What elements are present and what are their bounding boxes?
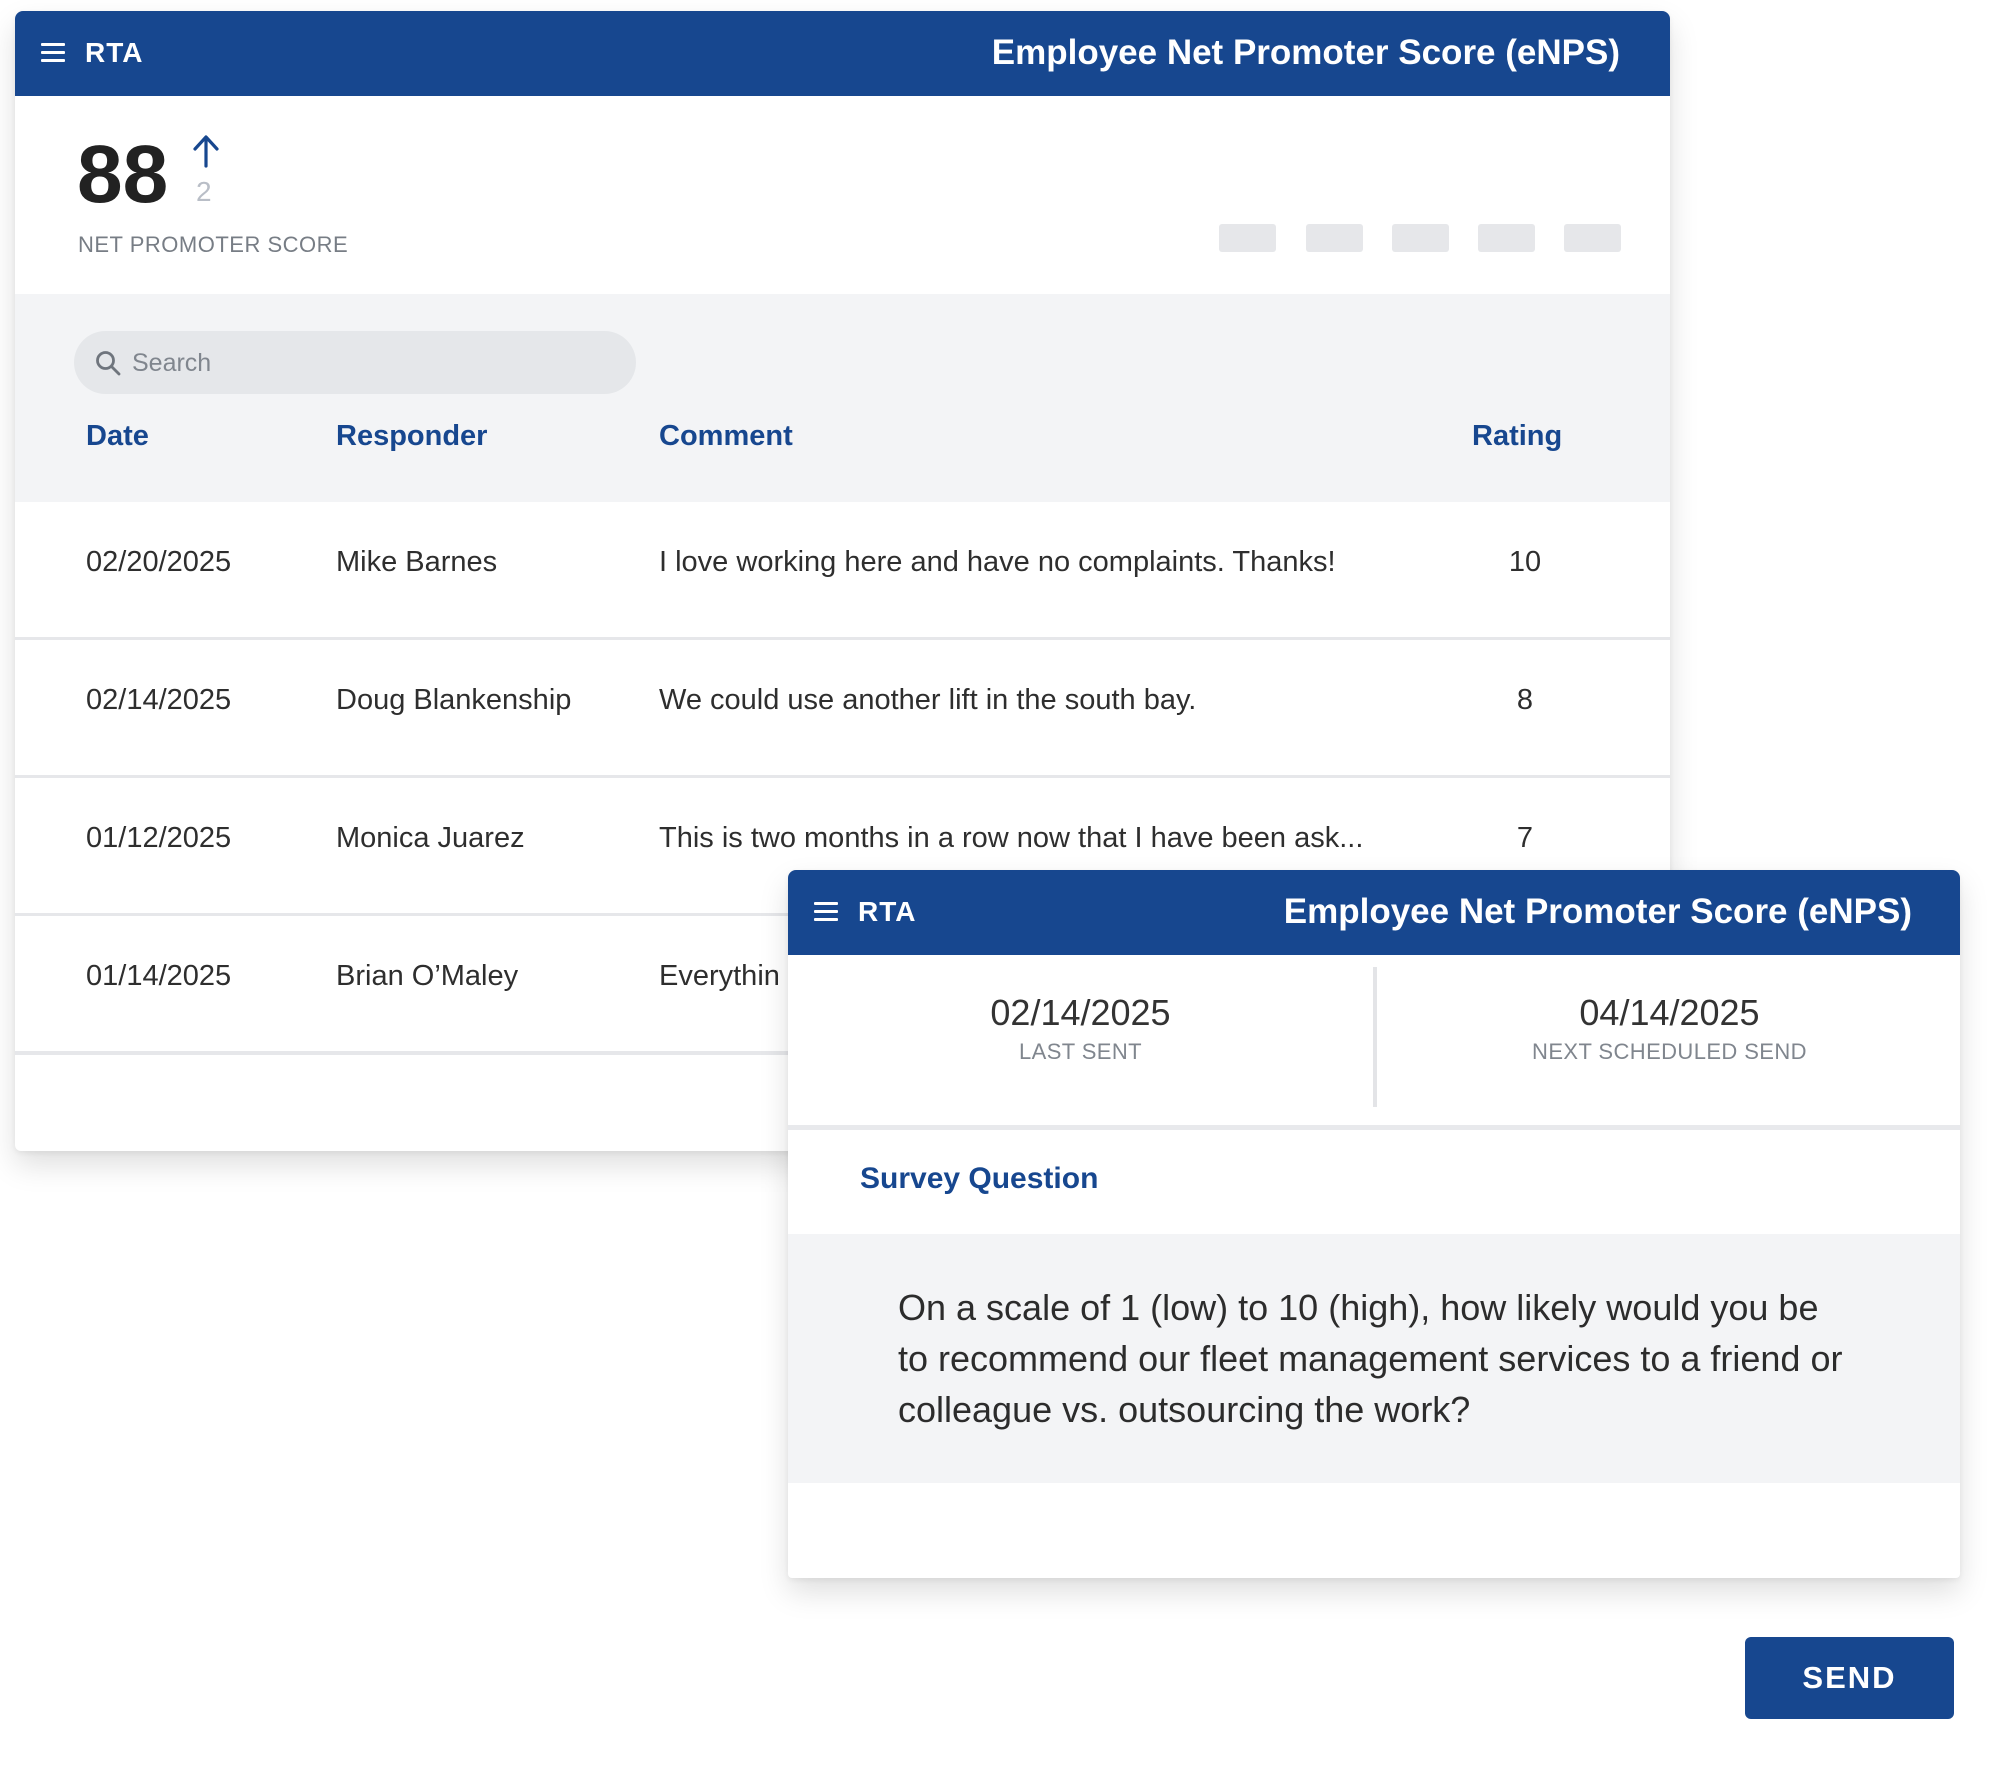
cell-responder: Mike Barnes (336, 546, 498, 578)
range-option[interactable] (1478, 224, 1535, 252)
cell-date: 01/12/2025 (86, 822, 232, 854)
title-bar: RTA Employee Net Promoter Score (eNPS) (788, 870, 1960, 955)
last-sent-label: LAST SENT (1018, 1038, 1142, 1064)
nps-score-delta: 2 (196, 176, 212, 207)
send-button[interactable]: SEND (1745, 1637, 1954, 1719)
arrow-up-icon (193, 135, 219, 168)
cell-date: 01/14/2025 (86, 960, 232, 992)
cell-rating: 7 (1516, 822, 1534, 854)
range-option[interactable] (1564, 224, 1621, 252)
search-icon (96, 351, 121, 376)
cell-comment: This is two months in a row now that I h… (659, 822, 1364, 854)
next-send-label: NEXT SCHEDULED SEND (1532, 1038, 1807, 1064)
cell-date: 02/20/2025 (86, 546, 232, 578)
table-row[interactable]: 02/20/2025 Mike Barnes I love working he… (15, 502, 1670, 641)
hamburger-icon[interactable] (41, 43, 65, 63)
hamburger-icon[interactable] (814, 902, 838, 922)
range-option[interactable] (1219, 224, 1276, 252)
range-option[interactable] (1306, 224, 1363, 252)
search-bar[interactable] (74, 331, 636, 396)
survey-question-heading: Survey Question (860, 1162, 1099, 1195)
cell-responder: Doug Blankenship (336, 684, 572, 716)
nps-score-label: NET PROMOTER SCORE (78, 232, 349, 257)
last-sent-date: 02/14/2025 (990, 992, 1171, 1033)
cell-comment: We could use another lift in the south b… (659, 684, 1197, 716)
column-header-responder[interactable]: Responder (336, 420, 487, 453)
next-scheduled-send[interactable]: 04/14/2025 NEXT SCHEDULED SEND (1377, 993, 1960, 1065)
survey-question-text: On a scale of 1 (low) to 10 (high), how … (898, 1287, 1843, 1430)
nps-score-value: 88 (77, 129, 169, 220)
column-header-comment[interactable]: Comment (659, 420, 793, 453)
cell-comment: Everythin (659, 960, 780, 992)
range-selector (1219, 224, 1621, 252)
table-row[interactable]: 02/14/2025 Doug Blankenship We could use… (15, 640, 1670, 779)
app-title: Employee Net Promoter Score (eNPS) (1283, 892, 1912, 931)
column-header-date[interactable]: Date (86, 420, 149, 453)
rta-logo: RTA (858, 896, 917, 927)
rta-logo: RTA (85, 37, 144, 68)
range-option[interactable] (1392, 224, 1449, 252)
cell-rating: 8 (1516, 684, 1534, 716)
next-send-date: 04/14/2025 (1579, 992, 1760, 1033)
survey-question-box[interactable]: On a scale of 1 (low) to 10 (high), how … (788, 1234, 1960, 1483)
column-header-rating[interactable]: Rating (1472, 420, 1562, 453)
search-input[interactable] (130, 331, 614, 396)
app-title: Employee Net Promoter Score (eNPS) (991, 33, 1620, 72)
survey-settings-window: RTA Employee Net Promoter Score (eNPS) 0… (788, 870, 1960, 1578)
last-sent: 02/14/2025 LAST SENT (788, 993, 1373, 1065)
cell-date: 02/14/2025 (86, 684, 232, 716)
table-header-band: Date Responder Comment Rating (15, 294, 1670, 502)
cell-responder: Monica Juarez (336, 822, 525, 854)
cell-comment: I love working here and have no complain… (659, 546, 1336, 578)
cell-responder: Brian O’Maley (336, 960, 519, 992)
title-bar: RTA Employee Net Promoter Score (eNPS) (15, 11, 1670, 96)
send-schedule: 02/14/2025 LAST SENT 04/14/2025 NEXT SCH… (788, 955, 1960, 1130)
score-summary: 88 2 NET PROMOTER SCORE (15, 96, 1670, 304)
cell-rating: 10 (1508, 546, 1542, 578)
